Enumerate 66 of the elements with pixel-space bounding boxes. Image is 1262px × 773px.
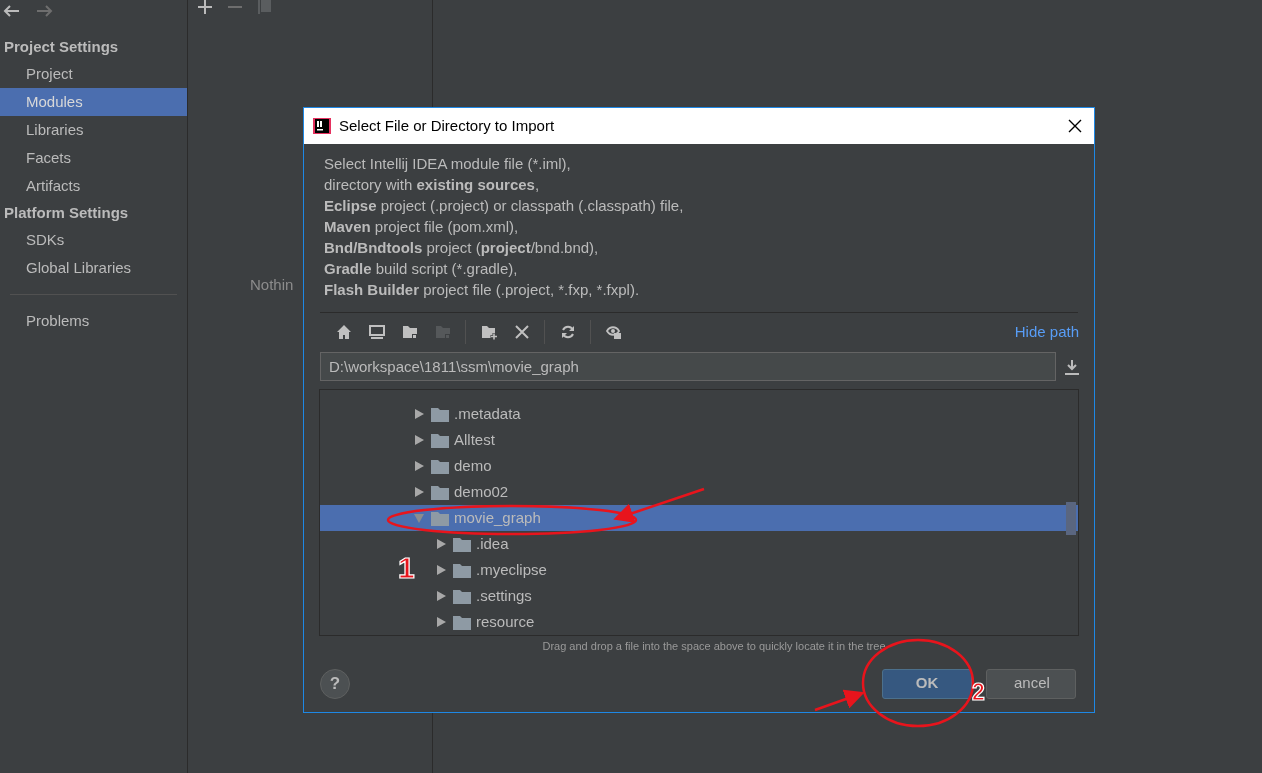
ok-button[interactable]: OK <box>882 668 972 699</box>
folder-icon <box>431 484 449 500</box>
description-line: Eclipse project (.project) or classpath (.classpath) file, <box>324 196 684 216</box>
description-line: Maven project file (pom.xml), <box>324 217 519 237</box>
folder-icon <box>453 614 471 630</box>
folder-icon <box>431 458 449 474</box>
close-icon[interactable] <box>1068 119 1082 133</box>
delete-icon[interactable] <box>513 324 530 340</box>
scrollbar-thumb[interactable] <box>1066 502 1076 535</box>
sidebar-item[interactable]: Libraries <box>0 116 187 144</box>
tree-item-label[interactable]: demo <box>454 454 492 478</box>
expand-triangle-icon[interactable] <box>435 564 447 576</box>
app-logo-icon <box>313 117 331 135</box>
annotation-number: 2 <box>972 679 985 705</box>
sidebar-item[interactable]: Artifacts <box>0 172 187 200</box>
description-line: Flash Builder project file (.project, *.fxp, *.fxpl). <box>324 280 640 300</box>
eye-icon[interactable] <box>605 324 622 340</box>
expand-triangle-icon[interactable] <box>413 486 425 498</box>
sidebar-item[interactable]: SDKs <box>0 226 187 254</box>
folder-icon <box>431 510 449 526</box>
tree-item-label[interactable]: resource <box>476 610 535 634</box>
path-field[interactable]: D:\workspace\1811\ssm\movie_graph <box>320 352 1056 381</box>
cancel-button[interactable]: ancel <box>986 668 1076 699</box>
folder-icon <box>431 432 449 448</box>
download-icon[interactable] <box>1064 358 1080 375</box>
folder-icon <box>453 536 471 552</box>
dialog-title: Select File or Directory to Import <box>339 115 556 136</box>
sidebar-item[interactable]: Facets <box>0 144 187 172</box>
monitor-icon[interactable] <box>368 324 385 340</box>
description-line: Select Intellij IDEA module file (*.iml), <box>324 154 571 174</box>
add-icon[interactable] <box>198 0 212 14</box>
description-line: Bnd/Bndtools project (project/bnd.bnd), <box>324 238 599 258</box>
sidebar-item[interactable]: Global Libraries <box>0 254 187 282</box>
hide-path-link[interactable]: Hide path <box>1014 320 1079 344</box>
refresh-icon[interactable] <box>559 324 576 340</box>
expand-triangle-icon[interactable] <box>413 408 425 420</box>
sidebar-item[interactable]: Problems <box>0 307 187 335</box>
tree-item-label[interactable]: demo02 <box>454 480 509 504</box>
help-button[interactable]: ? <box>320 668 350 699</box>
annotation-arrow <box>814 689 865 712</box>
expand-triangle-icon[interactable] <box>413 434 425 446</box>
section-heading: Platform Settings <box>4 202 129 223</box>
expand-triangle-icon[interactable] <box>435 538 447 550</box>
sidebar-item[interactable]: Project <box>0 60 187 88</box>
folder-icon <box>431 406 449 422</box>
description-line: Gradle build script (*.gradle), <box>324 259 518 279</box>
folder-icon[interactable] <box>401 324 418 340</box>
sidebar-item[interactable]: Modules <box>0 88 187 116</box>
tree-item-label[interactable]: .metadata <box>454 402 521 426</box>
expand-triangle-icon[interactable] <box>435 616 447 628</box>
new-folder-icon[interactable] <box>480 324 497 340</box>
tree-item-label[interactable]: Alltest <box>454 428 495 452</box>
tree-item-label[interactable]: .idea <box>476 532 509 556</box>
expand-triangle-icon[interactable] <box>413 460 425 472</box>
folder-icon <box>453 588 471 604</box>
annotation-number: 1 <box>398 551 415 584</box>
empty-message: Nothin <box>250 276 294 293</box>
drag-hint: Drag and drop a file into the space above to quickly locate it in the tree <box>542 639 886 654</box>
tree-item-label[interactable]: .myeclipse <box>476 558 547 582</box>
expand-triangle-icon[interactable] <box>435 590 447 602</box>
tree-item-label[interactable]: .settings <box>476 584 532 608</box>
back-arrow-icon[interactable] <box>2 4 20 18</box>
home-icon[interactable] <box>335 324 352 340</box>
folder-icon <box>453 562 471 578</box>
section-heading: Project Settings <box>4 36 119 57</box>
description-line: directory with existing sources, <box>324 175 540 195</box>
